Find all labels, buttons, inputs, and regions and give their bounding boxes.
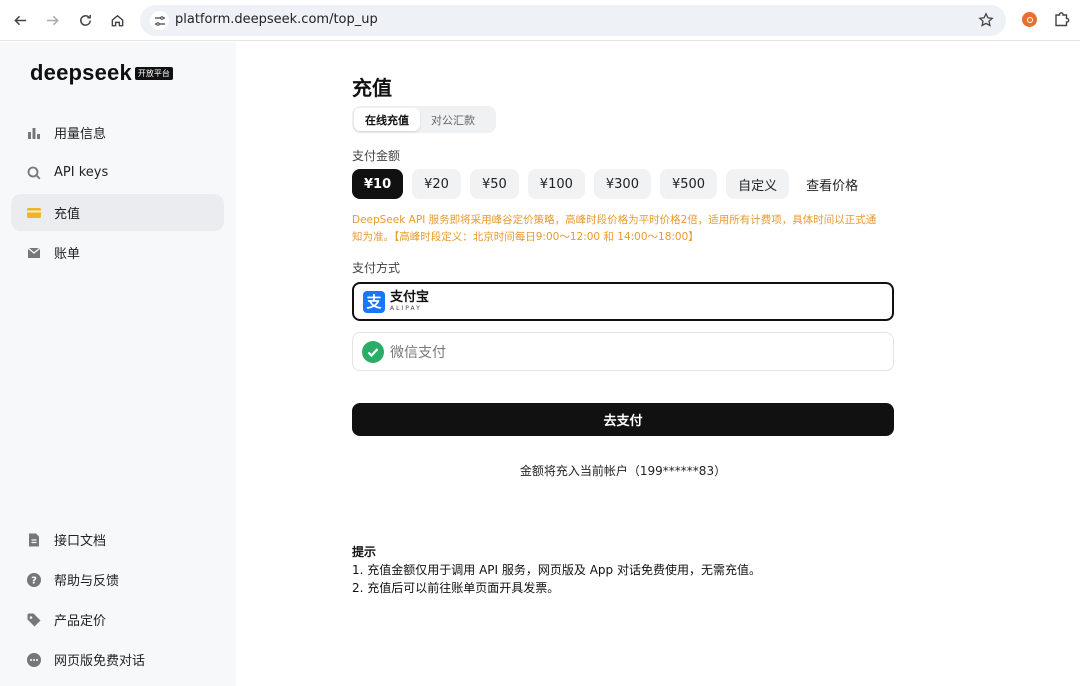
wechat-pay-option[interactable]: 微信支付 [352, 332, 894, 371]
tip-item: 1. 充值金额仅用于调用 API 服务，网页版及 App 对话免费使用，无需充值… [352, 563, 761, 577]
alipay-english: ALIPAY [390, 305, 422, 312]
amount-300-button[interactable]: ¥300 [593, 169, 651, 199]
sidebar-item-label: API keys [54, 165, 109, 180]
wallet-icon [26, 205, 42, 221]
alipay-wordmark: 支付宝 ALIPAY [390, 291, 429, 312]
alipay-option[interactable]: 支 支付宝 ALIPAY [352, 282, 894, 321]
view-pricing-link[interactable]: 查看价格 [798, 169, 866, 199]
sidebar-item-label: 用量信息 [54, 127, 107, 142]
sidebar-item-web-chat[interactable]: 网页版免费对话 [11, 641, 224, 678]
alipay-icon: 支 [363, 290, 385, 313]
notice-line-1: DeepSeek API 服务即将采用峰谷定价策略，高峰时段价格为平时价格2倍，… [352, 214, 877, 226]
sidebar-item-label: 接口文档 [54, 534, 107, 549]
account-note: 金额将充入当前帐户（199******83） [519, 464, 727, 478]
amount-10-button[interactable]: ¥10 [352, 169, 404, 199]
inbox-icon [26, 245, 42, 261]
amount-label: 支付金额 [352, 149, 401, 163]
main-content: 充值 在线充值 对公汇款 支付金额 ¥10 ¥20 ¥50 ¥100 ¥300 … [236, 42, 1080, 686]
extension-icon[interactable] [1022, 12, 1037, 27]
chat-bubble-icon [26, 652, 42, 668]
reload-icon [79, 14, 91, 26]
amount-500-button[interactable]: ¥500 [659, 169, 718, 199]
amount-50-button[interactable]: ¥50 [469, 169, 519, 199]
url-text: platform.deepseek.com/top_up [175, 12, 378, 27]
sidebar-item-help[interactable]: ? 帮助与反馈 [11, 561, 224, 598]
peak-pricing-notice: DeepSeek API 服务即将采用峰谷定价策略，高峰时段价格为平时价格2倍，… [352, 212, 900, 246]
bar-chart-icon [26, 125, 42, 141]
sidebar-item-label: 账单 [54, 247, 81, 262]
sidebar-item-usage[interactable]: 用量信息 [11, 114, 224, 151]
logo-badge: 开放平台 [134, 66, 173, 80]
notice-line-2: 知为准。【高峰时段定义：北京时间每日9:00～12:00 和 14:00～18:… [352, 231, 699, 243]
browser-toolbar: platform.deepseek.com/top_up [0, 0, 1080, 41]
sidebar: deepseek 开放平台 用量信息 API keys 充值 账单 接口文档 ? [0, 42, 236, 686]
pay-button[interactable]: 去支付 [352, 403, 894, 436]
sidebar-item-label: 充值 [54, 207, 81, 222]
svg-text:?: ? [31, 575, 37, 586]
amount-20-button[interactable]: ¥20 [412, 169, 461, 199]
logo-text: deepseek [30, 60, 132, 85]
tab-bank-transfer[interactable]: 对公汇款 [420, 108, 486, 131]
sidebar-item-label: 网页版免费对话 [54, 654, 146, 669]
payment-method-label: 支付方式 [352, 261, 401, 275]
sidebar-item-label: 产品定价 [54, 614, 107, 629]
sidebar-item-label: 帮助与反馈 [54, 574, 120, 589]
tip-item: 2. 充值后可以前往账单页面开具发票。 [352, 581, 560, 595]
bookmark-star-icon[interactable] [978, 12, 994, 28]
search-icon [26, 165, 42, 181]
sidebar-item-pricing[interactable]: 产品定价 [11, 601, 224, 638]
alipay-name: 支付宝 [390, 290, 430, 305]
sidebar-item-bills[interactable]: 账单 [11, 234, 224, 271]
custom-amount-button[interactable]: 自定义 [726, 169, 790, 199]
tab-online-top-up[interactable]: 在线充值 [354, 108, 420, 131]
arrow-right-icon [46, 15, 59, 25]
wechat-pay-icon [362, 340, 384, 363]
amount-options: ¥10 ¥20 ¥50 ¥100 ¥300 ¥500 自定义 查看价格 [352, 169, 866, 199]
sidebar-item-docs[interactable]: 接口文档 [11, 521, 224, 558]
payment-tabs: 在线充值 对公汇款 [352, 106, 496, 133]
deepseek-logo[interactable]: deepseek 开放平台 [30, 60, 173, 86]
page-title: 充值 [352, 76, 392, 100]
reload-button[interactable] [75, 10, 95, 30]
help-icon: ? [26, 572, 42, 588]
forward-button[interactable] [42, 10, 62, 30]
tag-icon [26, 612, 42, 628]
amount-100-button[interactable]: ¥100 [527, 169, 585, 199]
document-icon [26, 532, 42, 548]
address-bar[interactable]: platform.deepseek.com/top_up [140, 5, 1006, 36]
arrow-left-icon [13, 15, 26, 25]
home-icon [111, 14, 123, 26]
sidebar-item-api-keys[interactable]: API keys [11, 154, 224, 191]
extensions-puzzle-icon[interactable] [1053, 10, 1071, 28]
site-settings-icon[interactable] [150, 11, 169, 30]
sidebar-item-top-up[interactable]: 充值 [11, 194, 224, 231]
home-button[interactable] [107, 10, 127, 30]
wechat-pay-label: 微信支付 [390, 344, 446, 361]
back-button[interactable] [10, 10, 30, 30]
tips-title: 提示 [352, 545, 377, 559]
